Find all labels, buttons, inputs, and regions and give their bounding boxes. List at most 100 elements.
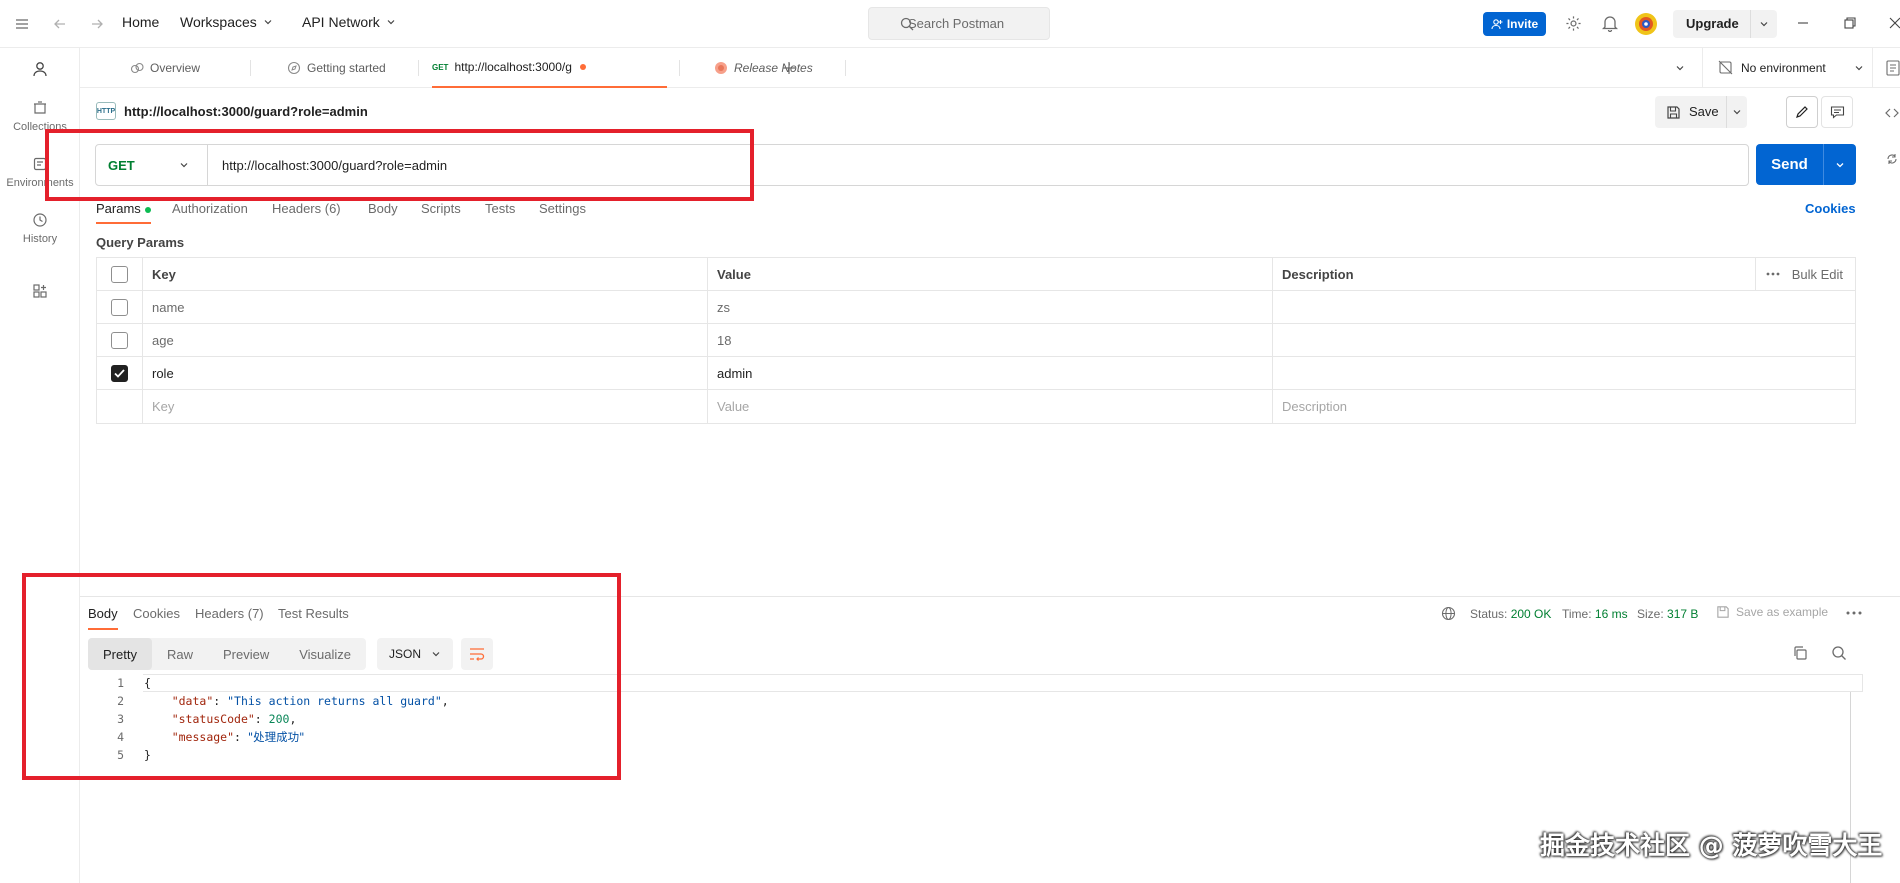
param-key[interactable]: age [143, 324, 708, 356]
close-icon[interactable] [1888, 16, 1900, 30]
related-collections-icon[interactable] [1885, 152, 1899, 166]
param-value[interactable]: zs [708, 291, 1273, 323]
copy-icon[interactable] [1792, 645, 1808, 661]
row-checkbox-cell [97, 291, 143, 323]
pencil-icon [1796, 106, 1808, 118]
select-all-checkbox[interactable] [111, 265, 128, 283]
param-key[interactable]: role [143, 357, 708, 389]
param-value[interactable]: admin [708, 357, 1273, 389]
tab-getting-started[interactable]: Getting started [287, 48, 386, 88]
tab-headers[interactable]: Headers (6) [272, 201, 341, 216]
param-description[interactable] [1273, 357, 1855, 389]
save-as-example-label: Save as example [1736, 605, 1829, 619]
status-value: 200 OK [1510, 607, 1552, 621]
row-checkbox[interactable] [111, 331, 128, 349]
edit-button[interactable] [1786, 96, 1818, 128]
nav-home[interactable]: Home [122, 14, 159, 30]
table-row-placeholder: Key Value Description [97, 390, 1855, 423]
table-header-row: Key Value Description Bulk Edit [97, 258, 1855, 291]
tab-overview[interactable]: Overview [130, 48, 200, 88]
bulk-edit-link[interactable]: Bulk Edit [1792, 267, 1843, 282]
param-value[interactable]: 18 [708, 324, 1273, 356]
param-description[interactable] [1273, 324, 1855, 356]
sidebar-item-history[interactable]: History [0, 212, 80, 245]
tab-release-notes[interactable]: Release Notes [714, 48, 813, 88]
row-checkbox-cell [97, 390, 143, 423]
forward-arrow-icon[interactable] [89, 16, 105, 32]
minimize-icon[interactable] [1796, 16, 1810, 30]
search-icon [900, 17, 914, 31]
no-environment-icon [1718, 60, 1733, 75]
menu-icon[interactable] [14, 16, 30, 32]
request-title-text[interactable]: http://localhost:3000/guard?role=admin [124, 104, 368, 119]
response-status[interactable]: Status: 200 OK [1470, 607, 1551, 621]
search-icon[interactable] [1831, 645, 1847, 661]
http-badge-icon: HTTP [96, 102, 116, 120]
globe-icon[interactable] [1441, 606, 1456, 621]
tab-body[interactable]: Body [368, 201, 398, 216]
chevron-down-icon[interactable] [1727, 107, 1747, 117]
environment-selector[interactable]: No environment [1718, 60, 1864, 75]
chevron-down-icon[interactable] [1751, 19, 1777, 29]
column-header-value: Value [708, 258, 1273, 290]
environment-label: No environment [1741, 60, 1826, 75]
new-tab-plus-icon[interactable] [781, 60, 797, 76]
nav-workspaces[interactable]: Workspaces [180, 14, 273, 30]
getting-started-icon [287, 61, 301, 75]
chevron-down-icon [264, 20, 272, 25]
more-options-icon[interactable] [1766, 272, 1780, 276]
request-title: HTTP http://localhost:3000/guard?role=ad… [96, 102, 368, 120]
highlight-box-request [45, 129, 754, 201]
back-arrow-icon[interactable] [52, 16, 68, 32]
checkmark-icon [114, 368, 125, 378]
apps-grid-icon[interactable] [32, 283, 48, 299]
params-active-dot [144, 206, 151, 213]
tab-active-request[interactable]: GET http://localhost:3000/g [432, 48, 667, 88]
tab-label: Params [96, 201, 141, 216]
tab-authorization[interactable]: Authorization [172, 201, 248, 216]
tab-params[interactable]: Params [96, 201, 151, 224]
chevron-down-icon[interactable] [1824, 160, 1856, 170]
account-icon[interactable] [31, 60, 49, 78]
history-icon [33, 213, 47, 227]
cookies-link[interactable]: Cookies [1805, 201, 1856, 216]
more-options-icon[interactable] [1846, 611, 1862, 615]
response-size[interactable]: Size: 317 B [1637, 607, 1698, 621]
invite-button[interactable]: Invite [1483, 12, 1546, 36]
notifications-bell-icon[interactable] [1602, 15, 1618, 32]
settings-gear-icon[interactable] [1565, 15, 1582, 32]
tab-tests[interactable]: Tests [485, 201, 515, 216]
code-snippet-icon[interactable] [1885, 106, 1899, 120]
comment-icon [1830, 106, 1844, 119]
tab-settings[interactable]: Settings [539, 201, 586, 216]
size-label: Size: [1637, 607, 1664, 621]
search-input[interactable]: Search Postman [868, 7, 1050, 40]
tabs-overflow-chevron-icon[interactable] [1675, 63, 1685, 73]
nav-api-network[interactable]: API Network [302, 14, 396, 30]
save-as-example-button[interactable]: Save as example [1716, 605, 1828, 619]
row-checkbox[interactable] [111, 298, 128, 316]
new-value-input[interactable]: Value [708, 390, 1273, 423]
time-label: Time: [1562, 607, 1592, 621]
param-description[interactable] [1273, 291, 1855, 323]
send-button[interactable]: Send [1756, 144, 1856, 185]
query-params-table: Key Value Description Bulk Edit name zs … [96, 257, 1856, 424]
environment-quick-look-icon[interactable] [1886, 60, 1900, 76]
new-description-input[interactable]: Description [1273, 390, 1855, 423]
tab-label: http://localhost:3000/g [454, 60, 572, 74]
tab-scripts[interactable]: Scripts [421, 201, 461, 216]
size-value: 317 B [1667, 607, 1699, 621]
save-button[interactable]: Save [1655, 96, 1747, 128]
response-time[interactable]: Time: 16 ms [1562, 607, 1628, 621]
new-key-input[interactable]: Key [143, 390, 708, 423]
collections-icon [34, 101, 46, 114]
top-bar: Home Workspaces API Network Search Postm… [0, 0, 1900, 48]
upgrade-button[interactable]: Upgrade [1673, 10, 1777, 38]
nav-api-network-label: API Network [302, 14, 380, 30]
comments-button[interactable] [1821, 96, 1853, 128]
param-key[interactable]: name [143, 291, 708, 323]
restore-icon[interactable] [1843, 16, 1857, 30]
row-checkbox-checked[interactable] [111, 364, 128, 382]
query-params-label: Query Params [96, 235, 185, 250]
avatar[interactable] [1634, 12, 1658, 36]
